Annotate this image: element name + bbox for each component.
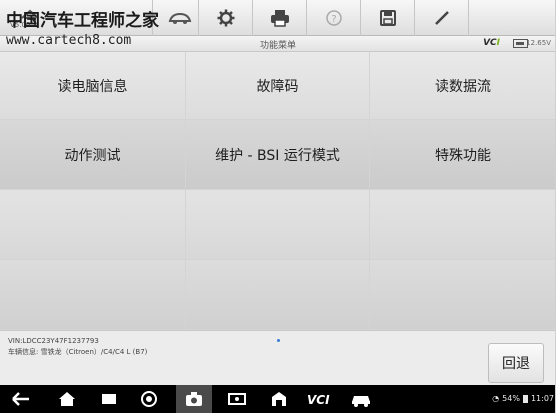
battery-percent: 54% (502, 394, 520, 403)
system-status-area: ◔ 54% 11:07 (492, 394, 554, 403)
nav-browser-button[interactable] (134, 385, 164, 413)
pen-icon (434, 11, 449, 25)
menu-item-trouble-codes[interactable]: 故障码 (186, 52, 370, 120)
save-icon (379, 10, 396, 26)
printer-icon (270, 10, 289, 27)
camera-icon (186, 392, 202, 406)
nav-camera-button[interactable] (176, 385, 212, 413)
toolbar-spacer (468, 0, 555, 36)
car-swap-icon (168, 12, 191, 24)
back-arrow-icon (12, 392, 29, 406)
browser-icon (141, 391, 157, 407)
menu-item-actuation-test[interactable]: 动作测试 (0, 120, 186, 190)
nav-car-button[interactable] (346, 385, 376, 413)
menu-item-live-data[interactable]: 读数据流 (370, 52, 555, 120)
watermark-url: www.cartech8.com (6, 33, 132, 48)
page-indicator-dot (277, 339, 280, 342)
menu-item-empty (370, 260, 555, 330)
voltage-reading: 12.65V (526, 39, 551, 47)
vehicle-info-footer: VIN:LDCC23Y47F1237793 车辆信息: 雪铁龙（Citroen）… (0, 330, 555, 385)
clock: 11:07 (530, 394, 554, 403)
svg-text:VCI: VCI (307, 393, 330, 407)
menu-item-empty (186, 260, 370, 330)
nav-vci-button[interactable]: VCI (302, 385, 338, 413)
shop-icon (272, 392, 286, 406)
nav-home-button[interactable] (52, 385, 82, 413)
vci-status: VCI (483, 38, 500, 48)
settings-button[interactable] (198, 0, 252, 36)
vci-label: VC (483, 38, 497, 48)
back-button[interactable]: 回退 (488, 343, 544, 383)
nav-back-button[interactable] (6, 385, 36, 413)
gear-icon (217, 9, 234, 27)
edit-button[interactable] (414, 0, 468, 36)
battery-level-icon (522, 394, 528, 403)
menu-item-empty (0, 260, 186, 330)
nav-recents-button[interactable] (94, 385, 124, 413)
nav-shop-button[interactable] (264, 385, 294, 413)
help-icon: ? (325, 10, 342, 26)
vin-label: VIN:LDCC23Y47F1237793 (8, 337, 99, 345)
vci-icon: VCI (307, 393, 330, 407)
recent-apps-icon (102, 394, 116, 404)
screen: V5.00 ? 功能菜单 VCI 12.65V 读电脑信息 故障码 读数据流 动… (0, 0, 556, 413)
screen-mirror-icon (228, 393, 246, 405)
help-button[interactable]: ? (306, 0, 360, 36)
car-icon (352, 396, 370, 407)
wifi-icon: ◔ (492, 394, 500, 403)
save-button[interactable] (360, 0, 414, 36)
print-button[interactable] (252, 0, 306, 36)
home-icon (59, 392, 75, 406)
menu-item-maintenance-bsi-mode[interactable]: 维护 - BSI 运行模式 (186, 120, 370, 190)
menu-item-empty (0, 190, 186, 260)
menu-item-empty (370, 190, 555, 260)
vehicle-info-label: 车辆信息: 雪铁龙（Citroen）/C4/C4 L (B7) (8, 348, 148, 356)
android-nav-bar: VCI ◔ 54% 11:07 (0, 385, 555, 413)
menu-item-read-ecu-info[interactable]: 读电脑信息 (0, 52, 186, 120)
nav-screen-button[interactable] (222, 385, 252, 413)
function-menu-grid: 读电脑信息 故障码 读数据流 动作测试 维护 - BSI 运行模式 特殊功能 (0, 52, 555, 330)
watermark-text: 中国汽车工程师之家 (6, 11, 159, 31)
menu-item-special-functions[interactable]: 特殊功能 (370, 120, 555, 190)
svg-text:?: ? (331, 14, 336, 25)
vci-accent-label: I (496, 38, 500, 48)
menu-item-empty (186, 190, 370, 260)
